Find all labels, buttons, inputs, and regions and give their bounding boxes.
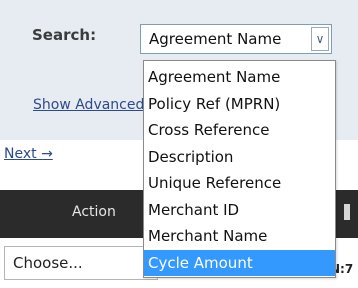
column-header-next-partial: [344, 204, 350, 220]
column-header-action: Action: [72, 204, 116, 220]
show-advanced-link[interactable]: Show Advanced: [33, 97, 153, 113]
row-action-select[interactable]: Choose...: [4, 246, 158, 280]
row-action-select-value: Choose...: [13, 254, 83, 272]
dropdown-option[interactable]: Merchant Name: [144, 223, 335, 250]
search-field-dropdown-list: Agreement Name Policy Ref (MPRN) Cross R…: [143, 60, 336, 278]
dropdown-option[interactable]: Description: [144, 144, 335, 171]
dropdown-option[interactable]: Cross Reference: [144, 117, 335, 144]
dropdown-option[interactable]: Agreement Name: [144, 64, 335, 91]
dropdown-option[interactable]: Merchant ID: [144, 197, 335, 224]
search-field-select[interactable]: Agreement Name ∨: [140, 24, 332, 54]
dropdown-option[interactable]: Unique Reference: [144, 170, 335, 197]
search-label: Search:: [32, 26, 97, 44]
chevron-down-icon[interactable]: ∨: [311, 27, 329, 51]
next-page-link[interactable]: Next →: [4, 146, 53, 162]
search-field-selected-value: Agreement Name: [149, 30, 282, 48]
dropdown-option-highlighted[interactable]: Cycle Amount: [144, 249, 335, 276]
dropdown-option[interactable]: Policy Ref (MPRN): [144, 91, 335, 118]
